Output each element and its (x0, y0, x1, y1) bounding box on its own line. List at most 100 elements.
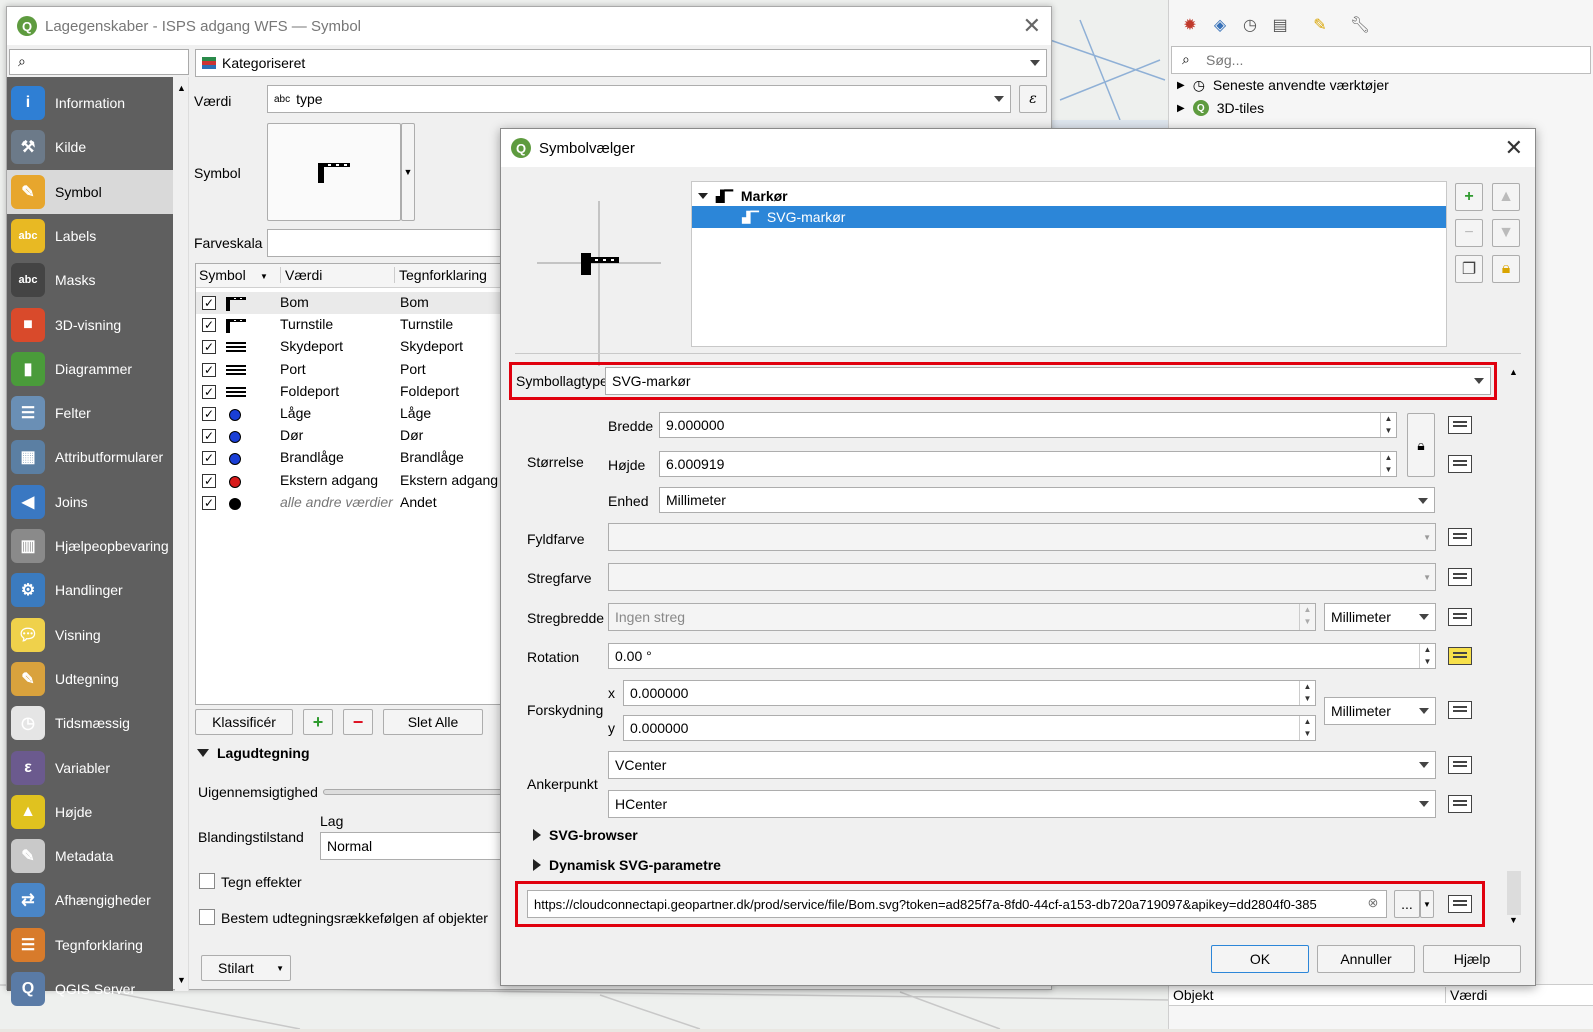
nav-item-metadata[interactable]: ✎ Metadata (7, 834, 173, 878)
layer-rendering-group[interactable]: Lagudtegning (197, 745, 310, 761)
classify-button[interactable]: Klassificér (195, 709, 293, 735)
nav-item-hj-lpeopbevaring[interactable]: ▥ Hjælpeopbevaring (7, 524, 173, 568)
scrollbar[interactable]: ▲ ▼ (175, 77, 189, 991)
aspect-lock-button[interactable]: 🔒︎ (1407, 413, 1435, 477)
nav-item-visning[interactable]: 💬︎ Visning (7, 613, 173, 657)
draw-effects-checkbox[interactable] (199, 873, 215, 889)
move-down-button[interactable]: ▼ (1492, 219, 1520, 247)
stroke-color-button[interactable]: ▼ (608, 563, 1436, 591)
anchor-v-select[interactable]: VCenter (608, 751, 1436, 779)
nav-item-symbol[interactable]: ✎ Symbol (7, 169, 173, 214)
table-row[interactable]: ✓ Turnstile Turnstile (196, 314, 504, 336)
style-button[interactable]: Stilart ▼ (201, 955, 291, 981)
offset-y-input[interactable]: 0.000000 ▲ ▼ (623, 715, 1316, 741)
spin-icon[interactable]: ▲ ▼ (1299, 604, 1315, 630)
col-value[interactable]: Værdi (280, 267, 322, 283)
data-defined-anchor-h-button[interactable] (1445, 791, 1475, 817)
offset-unit-select[interactable]: Millimeter (1324, 697, 1436, 725)
height-input[interactable]: 6.000919 ▲ ▼ (659, 451, 1397, 477)
dynamic-svg-group[interactable]: Dynamisk SVG-parametre (533, 857, 721, 873)
data-defined-stroke-button[interactable] (1445, 564, 1475, 590)
fill-color-button[interactable]: ▼ (608, 523, 1436, 551)
table-row[interactable]: ✓ Port Port (196, 359, 504, 381)
model-icon[interactable]: ✹ (1179, 14, 1201, 36)
history-icon[interactable]: ◷ (1239, 14, 1261, 36)
row-checkbox[interactable]: ✓ (202, 429, 216, 444)
spin-icon[interactable]: ▲ ▼ (1380, 452, 1396, 476)
remove-layer-button[interactable]: − (1455, 219, 1483, 247)
cancel-button[interactable]: Annuller (1317, 945, 1415, 973)
row-checkbox[interactable]: ✓ (202, 340, 216, 355)
table-row[interactable]: ✓ Brandlåge Brandlåge (196, 447, 504, 469)
nav-item-tidsm-ssig[interactable]: ◷ Tidsmæssig (7, 701, 173, 745)
nav-item-information[interactable]: i Information (7, 81, 173, 125)
symbol-menu-button[interactable]: ▼ (401, 123, 415, 221)
duplicate-layer-button[interactable]: ❐ (1455, 255, 1483, 283)
nav-item-labels[interactable]: abc Labels (7, 214, 173, 258)
expression-button[interactable]: ε (1019, 85, 1047, 113)
nav-item-variabler[interactable]: ε Variabler (7, 746, 173, 790)
table-row[interactable]: ✓ alle andre værdier Andet (196, 492, 504, 514)
lock-layer-button[interactable]: 🔒︎ (1492, 255, 1520, 283)
nav-item-kilde[interactable]: ⚒ Kilde (7, 125, 173, 169)
ok-button[interactable]: OK (1211, 945, 1309, 973)
table-row[interactable]: ✓ Dør Dør (196, 425, 504, 447)
settings-scrollbar[interactable]: ▲ ▼ (1507, 365, 1521, 925)
add-category-button[interactable]: + (303, 709, 333, 735)
opacity-slider[interactable] (323, 789, 507, 795)
move-up-button[interactable]: ▲ (1492, 183, 1520, 211)
width-input[interactable]: 9.000000 ▲ ▼ (659, 412, 1397, 438)
nav-item-tegnforklaring[interactable]: ☰ Tegnforklaring (7, 923, 173, 967)
value-field-select[interactable]: abc type (267, 85, 1011, 113)
col-legend[interactable]: Tegnforklaring (394, 267, 487, 283)
nav-item-joins[interactable]: ◀ Joins (7, 480, 173, 524)
spin-icon[interactable]: ▲ ▼ (1380, 413, 1396, 437)
col-symbol[interactable]: Symbol (199, 267, 246, 283)
table-row[interactable]: ✓ Ekstern adgang Ekstern adgang (196, 470, 504, 492)
nav-item-felter[interactable]: ☰ Felter (7, 391, 173, 435)
data-defined-offset-button[interactable] (1445, 697, 1475, 723)
nav-item-udtegning[interactable]: ✎ Udtegning (7, 657, 173, 701)
tree-item-recent[interactable]: ▶ ◷ Seneste anvendte værktøjer (1177, 74, 1389, 96)
data-defined-width-button[interactable] (1445, 412, 1475, 438)
row-checkbox[interactable]: ✓ (202, 296, 216, 310)
tree-item-3d-tiles[interactable]: ▶ Q 3D-tiles (1177, 97, 1264, 119)
table-row[interactable]: ✓ Foldeport Foldeport (196, 381, 504, 403)
spin-icon[interactable]: ▲ ▼ (1419, 644, 1435, 668)
processing-search-input[interactable]: ⌕ Søg... (1171, 46, 1591, 74)
render-order-checkbox[interactable] (199, 909, 215, 925)
nav-item-3d-visning[interactable]: ■ 3D-visning (7, 303, 173, 347)
nav-item-masks[interactable]: abc Masks (7, 258, 173, 302)
data-defined-height-button[interactable] (1445, 451, 1475, 477)
blend-mode-select[interactable]: Normal (320, 832, 510, 860)
unit-select[interactable]: Millimeter (659, 487, 1435, 513)
table-row[interactable]: ✓ Bom Bom (196, 292, 504, 314)
close-icon[interactable]: ✕ (1505, 135, 1523, 161)
nav-item-qgis-server[interactable]: Q QGIS Server (7, 967, 173, 1011)
help-button[interactable]: Hjælp (1423, 945, 1521, 973)
nav-item-handlinger[interactable]: ⚙ Handlinger (7, 568, 173, 612)
row-checkbox[interactable]: ✓ (202, 384, 216, 399)
stroke-width-input[interactable]: Ingen streg ▲ ▼ (608, 603, 1316, 631)
add-layer-button[interactable]: + (1455, 183, 1483, 211)
table-row[interactable]: ✓ Låge Låge (196, 403, 504, 425)
remove-category-button[interactable]: − (343, 709, 373, 735)
data-defined-rotation-button[interactable] (1445, 643, 1475, 669)
symbol-button[interactable] (267, 123, 401, 221)
row-checkbox[interactable]: ✓ (202, 495, 216, 510)
stroke-unit-select[interactable]: Millimeter (1324, 603, 1436, 631)
python-icon[interactable]: ◈ (1209, 14, 1231, 36)
spin-icon[interactable]: ▲ ▼ (1299, 681, 1315, 705)
tree-item-svg-marker[interactable]: ▟▔ SVG-markør (692, 206, 1446, 228)
nav-item-afh-ngigheder[interactable]: ⇄ Afhængigheder (7, 878, 173, 922)
anchor-h-select[interactable]: HCenter (608, 790, 1436, 818)
row-checkbox[interactable]: ✓ (202, 407, 216, 421)
row-checkbox[interactable]: ✓ (202, 362, 216, 377)
color-ramp-select[interactable] (267, 229, 507, 257)
delete-all-button[interactable]: Slet Alle (383, 709, 483, 735)
svg-browser-group[interactable]: SVG-browser (533, 827, 638, 843)
nav-item-diagrammer[interactable]: ▮ Diagrammer (7, 347, 173, 391)
renderer-select[interactable]: Kategoriseret (195, 49, 1047, 77)
props-search-input[interactable]: ⌕ (9, 49, 189, 75)
rotation-input[interactable]: 0.00 ° ▲ ▼ (608, 643, 1436, 669)
